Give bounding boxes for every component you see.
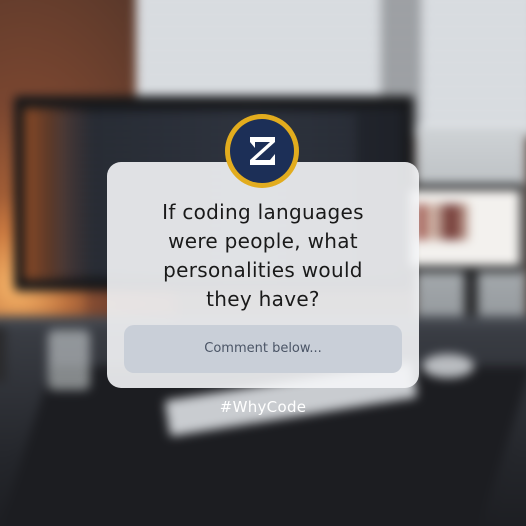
z-letter-logo-icon <box>250 137 275 165</box>
logo-badge <box>230 119 294 183</box>
question-line: were people, what <box>168 229 358 253</box>
speaker <box>0 326 6 382</box>
hashtag: #WhyCode <box>219 398 307 416</box>
mouse <box>422 354 474 378</box>
question-line: they have? <box>206 287 320 311</box>
brand-logo <box>225 114 299 188</box>
comment-prompt-box: Comment below... <box>124 325 402 373</box>
question-line: If coding languages <box>162 200 364 224</box>
right-monitor-photo <box>416 204 468 240</box>
question-text: If coding languages were people, what pe… <box>132 198 394 314</box>
question-line: personalities would <box>163 258 363 282</box>
glass <box>48 330 90 390</box>
